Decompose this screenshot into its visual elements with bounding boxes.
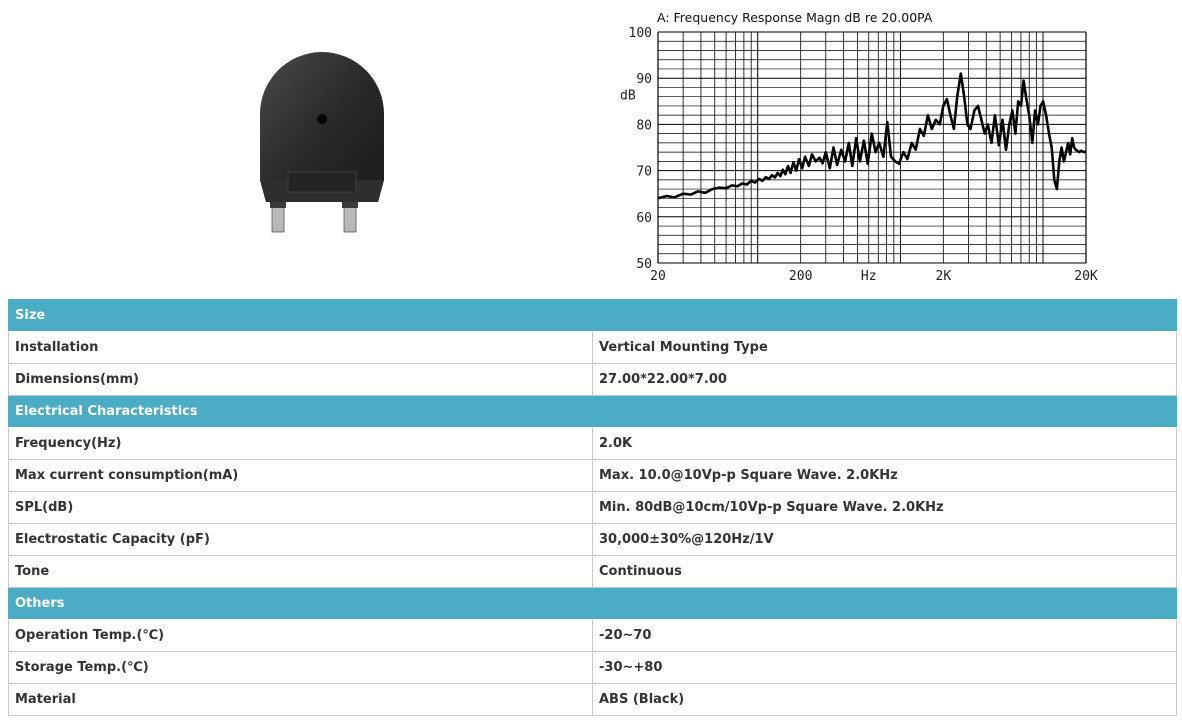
table-row: Electrostatic Capacity (pF) 30,000±30%@12… [8,523,1178,556]
row-label: Electrostatic Capacity (pF) [8,523,593,556]
table-row: Operation Temp.(℃) -20~70 [8,619,1178,652]
table-row: Tone Continuous [8,555,1178,588]
y-tick-label: 90 [636,72,652,87]
x-tick-label: 200 [789,269,812,284]
chart-x-ticks: 20 200 Hz 2K 20K [650,269,1098,284]
row-label: Max current consumption(mA) [8,459,593,492]
row-value: Max. 10.0@10Vp-p Square Wave. 2.0KHz [591,459,1178,492]
row-value: Vertical Mounting Type [591,331,1178,364]
x-tick-label: 2K [936,269,952,284]
row-label: Material [8,683,593,716]
chart-title: A: Frequency Response Magn dB re 20.00PA [657,10,933,25]
table-row: Storage Temp.(℃) -30~+80 [8,651,1178,684]
row-value: 27.00*22.00*7.00 [591,363,1178,396]
row-value: -20~70 [591,619,1178,652]
y-tick-label: 100 [629,26,652,41]
y-tick-label: 80 [636,118,652,133]
table-row: Max current consumption(mA) Max. 10.0@10V… [8,459,1178,492]
row-value: Continuous [591,555,1178,588]
row-label: Frequency(Hz) [8,427,593,460]
x-tick-label: 20K [1074,269,1098,284]
table-row: Frequency(Hz) 2.0K [8,427,1178,460]
buzzer-label-plate [287,171,357,193]
frequency-response-chart: A: Frequency Response Magn dB re 20.00PA… [620,10,1098,284]
row-label: SPL(dB) [8,491,593,524]
row-label: Installation [8,331,593,364]
row-value: 30,000±30%@120Hz/1V [591,523,1178,556]
row-label: Operation Temp.(℃) [8,619,593,652]
row-value: Min. 80dB@10cm/10Vp-p Square Wave. 2.0KH… [591,491,1178,524]
y-tick-label: 60 [636,211,652,226]
row-label: Storage Temp.(℃) [8,651,593,684]
row-value: ABS (Black) [591,683,1178,716]
row-label: Dimensions(mm) [8,363,593,396]
table-row: Material ABS (Black) [8,683,1178,716]
table-row: SPL(dB) Min. 80dB@10cm/10Vp-p Square Wave… [8,491,1178,524]
row-label: Tone [8,555,593,588]
chart-y-ticks: 5060708090100 [629,26,652,272]
table-row: Installation Vertical Mounting Type [8,331,1178,364]
x-tick-label: Hz [861,269,877,284]
row-value: -30~+80 [591,651,1178,684]
spec-table: Size Installation Vertical Mounting Type Di… [7,299,1178,716]
section-title: Electrical Characteristics [7,395,1178,428]
table-section-header: Electrical Characteristics [7,395,1178,428]
row-value: 2.0K [591,427,1178,460]
table-section-header: Size [7,299,1178,332]
section-title: Others [7,587,1178,620]
section-title: Size [7,299,1178,332]
chart-ylabel: dB [620,88,636,103]
chart-grid [657,31,1087,264]
y-tick-label: 70 [636,165,652,180]
table-row: Dimensions(mm) 27.00*22.00*7.00 [8,363,1178,396]
buzzer-sound-hole [317,114,327,124]
table-section-header: Others [7,587,1178,620]
buzzer-product-photo [260,52,384,233]
x-tick-label: 20 [650,269,666,284]
